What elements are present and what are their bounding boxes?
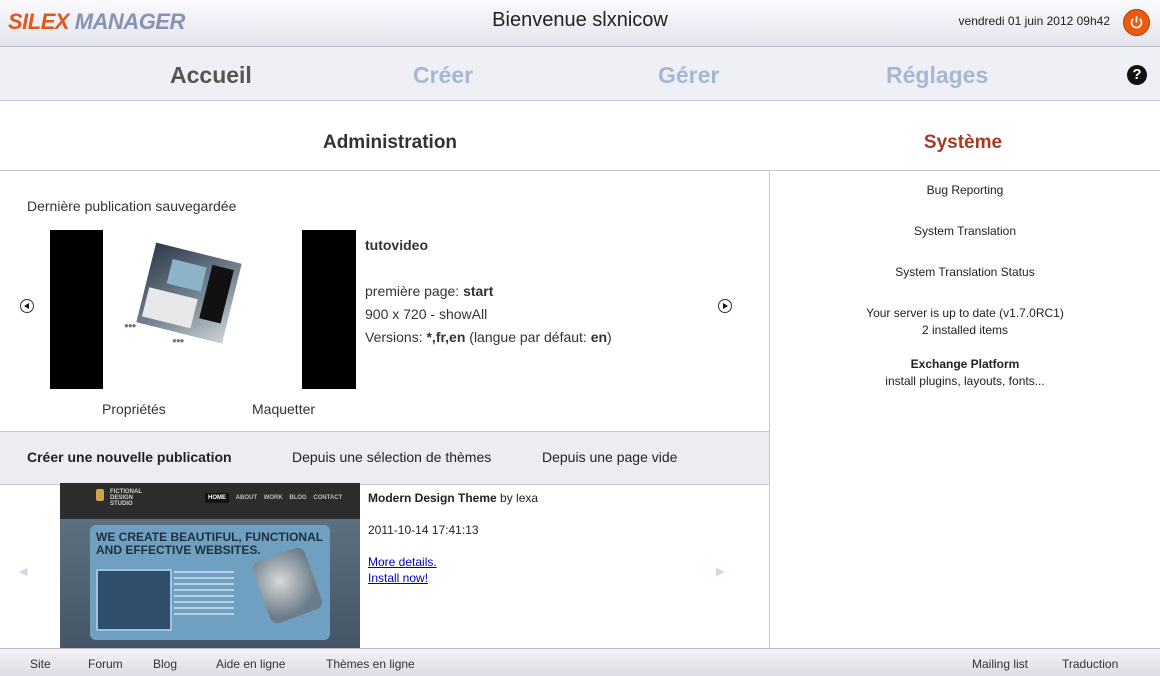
tab-reglages[interactable]: Réglages — [886, 62, 988, 89]
exchange-platform-subtitle: install plugins, layouts, fonts... — [885, 374, 1045, 388]
size-info: 900 x 720 - showAll — [365, 306, 488, 322]
system-translation-link[interactable]: System Translation — [770, 224, 1160, 238]
last-publication-label: Dernière publication sauvegardée — [27, 198, 237, 214]
help-icon[interactable]: ? — [1127, 65, 1147, 85]
preview-black-left — [50, 230, 103, 389]
installed-items: 2 installed items — [921, 323, 1009, 337]
tab-gerer[interactable]: Gérer — [658, 62, 719, 89]
theme-next-arrow-icon[interactable]: ▶ — [716, 565, 724, 578]
exchange-platform-link[interactable]: Exchange Platform — [770, 357, 1160, 371]
administration-title: Administration — [322, 132, 458, 153]
create-publication-label: Créer une nouvelle publication — [27, 449, 232, 465]
system-translation-status-link[interactable]: System Translation Status — [770, 265, 1160, 279]
power-icon[interactable] — [1123, 9, 1150, 36]
system-title: Système — [923, 132, 1003, 153]
layout-link[interactable]: Maquetter — [252, 401, 315, 417]
preview-black-right — [302, 230, 356, 389]
column-divider — [769, 171, 770, 648]
bug-reporting-link[interactable]: Bug Reporting — [770, 183, 1160, 197]
tab-accueil[interactable]: Accueil — [170, 62, 252, 89]
from-blank-tab[interactable]: Depuis une page vide — [542, 449, 677, 465]
publication-name: tutovideo — [365, 237, 428, 253]
theme-title: Modern Design Theme by lexa — [368, 491, 539, 505]
footer-link-site[interactable]: Site — [30, 657, 51, 671]
footer-link-translation[interactable]: Traduction — [1062, 657, 1118, 671]
publication-thumbnail[interactable] — [136, 242, 242, 344]
from-themes-tab[interactable]: Depuis une sélection de thèmes — [292, 449, 491, 465]
footer-link-blog[interactable]: Blog — [153, 657, 177, 671]
divider — [0, 170, 1160, 171]
footer-link-forum[interactable]: Forum — [88, 657, 123, 671]
prev-publication-button[interactable] — [20, 299, 34, 313]
first-page-info: première page: start — [365, 283, 494, 299]
silex-manager-logo: SILEX MANAGER — [8, 9, 185, 34]
install-now-link[interactable]: Install now! — [368, 571, 428, 585]
theme-date: 2011-10-14 17:41:13 — [368, 523, 479, 537]
properties-link[interactable]: Propriétés — [102, 401, 166, 417]
theme-prev-arrow-icon[interactable]: ◀ — [19, 565, 27, 578]
thumbnail-controls-right: ●●● — [172, 336, 184, 345]
footer-link-themes[interactable]: Thèmes en ligne — [326, 657, 415, 671]
welcome-text: Bienvenue slxnicow — [492, 9, 668, 31]
current-date: vendredi 01 juin 2012 09h42 — [958, 14, 1110, 28]
theme-preview-image[interactable]: FICTIONAL DESIGN STUDIO HOME ABOUT WORK BL… — [60, 483, 360, 648]
more-details-link[interactable]: More details. — [368, 555, 437, 569]
tab-creer[interactable]: Créer — [413, 62, 473, 89]
footer-link-mailing-list[interactable]: Mailing list — [972, 657, 1028, 671]
versions-info: Versions: *,fr,en (langue par défaut: en… — [365, 329, 612, 345]
next-publication-button[interactable] — [718, 299, 732, 313]
thumbnail-controls-left: ●●● — [124, 321, 136, 330]
footer-link-help[interactable]: Aide en ligne — [216, 657, 285, 671]
server-status: Your server is up to date (v1.7.0RC1) — [866, 306, 1064, 320]
